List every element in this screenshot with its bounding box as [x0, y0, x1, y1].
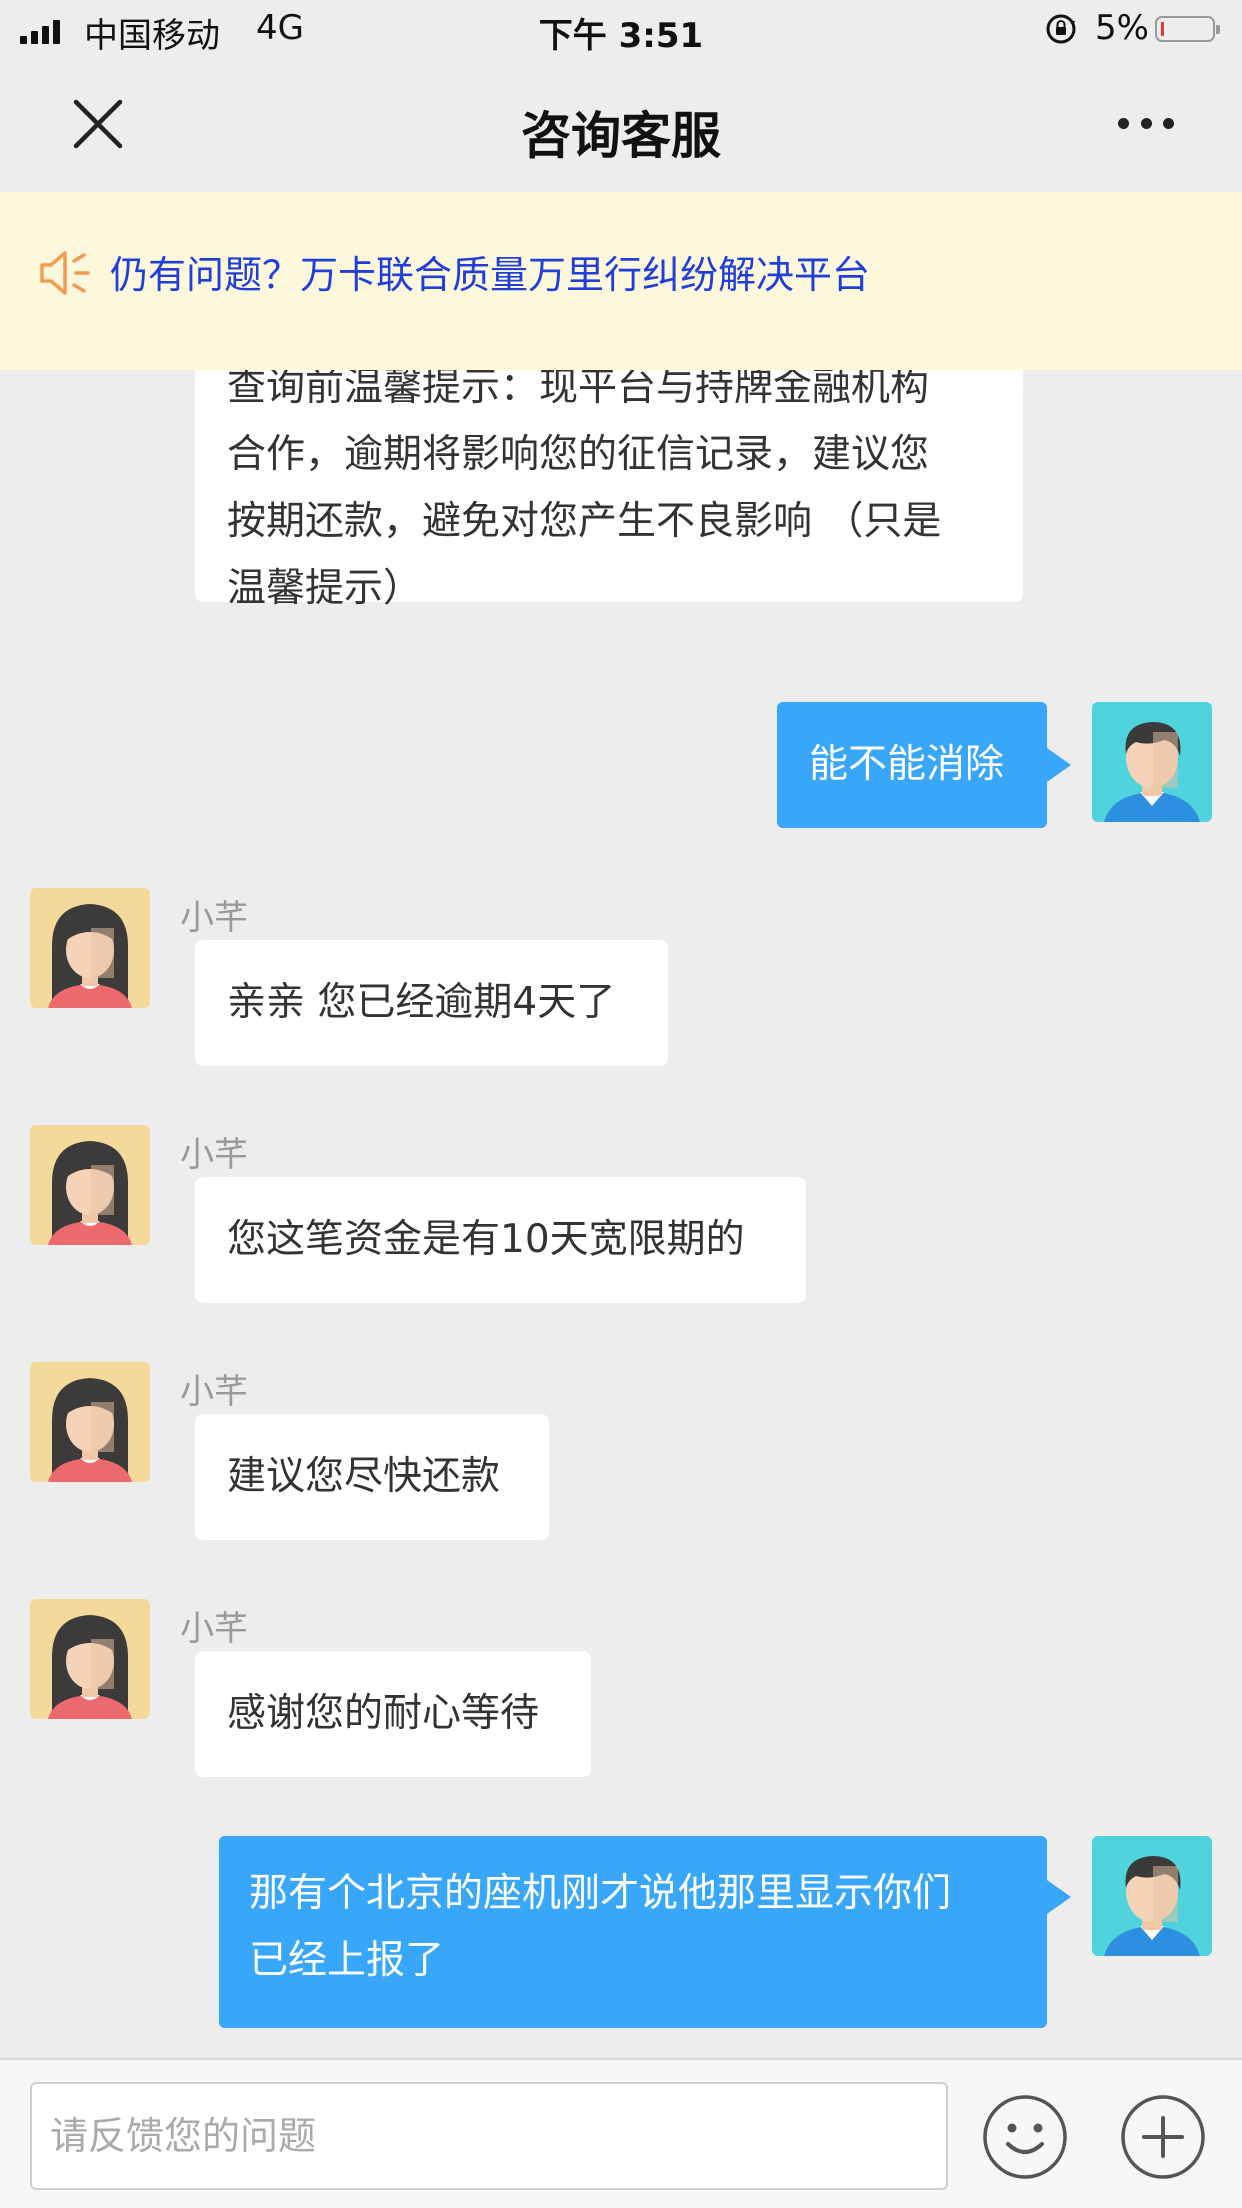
message-line: 按期还款，避免对您产生不良影响 （只是	[227, 499, 942, 544]
user-avatar[interactable]	[1092, 702, 1212, 822]
message-line: 已经上报了	[249, 1938, 445, 1983]
message-line: 查询前温馨提示：现平台与持牌金融机构	[227, 370, 930, 410]
agent-avatar[interactable]	[30, 1125, 150, 1245]
agent-avatar[interactable]	[30, 888, 150, 1008]
notice-banner[interactable]: 仍有问题？万卡联合质量万里行纠纷解决平台	[0, 192, 1242, 370]
message-bubble: 建议您尽快还款	[195, 1414, 549, 1540]
feedback-input[interactable]	[30, 2082, 948, 2190]
message-bubble: 亲亲 您已经逾期4天了	[195, 940, 668, 1066]
agent-avatar[interactable]	[30, 1362, 150, 1482]
speaker-icon	[40, 251, 90, 295]
agent-avatar[interactable]	[30, 1599, 150, 1719]
message-text: 感谢您的耐心等待	[227, 1691, 540, 1736]
nav-bar: 咨询客服	[0, 60, 1242, 192]
battery-icon	[1155, 16, 1220, 42]
sender-name: 小芊	[180, 1609, 248, 1649]
message-bubble: 感谢您的耐心等待	[195, 1651, 591, 1777]
user-avatar[interactable]	[1092, 1836, 1212, 1956]
message-bubble: 那有个北京的座机刚才说他那里显示你们 已经上报了	[219, 1836, 1071, 2028]
notice-link[interactable]: 仍有问题？万卡联合质量万里行纠纷解决平台	[110, 244, 870, 299]
message-line: 那有个北京的座机刚才说他那里显示你们	[249, 1871, 952, 1916]
page-title: 咨询客服	[521, 107, 721, 165]
rotation-lock-icon	[1046, 14, 1076, 44]
input-bar	[0, 2058, 1242, 2208]
emoji-icon[interactable]	[982, 2094, 1068, 2180]
sender-name: 小芊	[180, 1372, 248, 1412]
more-icon[interactable]	[1118, 118, 1174, 130]
message-text: 亲亲 您已经逾期4天了	[227, 980, 616, 1025]
sender-name: 小芊	[180, 898, 248, 938]
status-bar: 中国移动 4G 下午 3:51 5%	[0, 0, 1242, 60]
sender-name: 小芊	[180, 1135, 248, 1175]
message-line: 合作，逾期将影响您的征信记录，建议您	[227, 432, 930, 477]
message-line: 温馨提示）	[227, 566, 423, 611]
message-bubble: 能不能消除	[777, 702, 1071, 828]
plus-icon[interactable]	[1120, 2094, 1206, 2180]
message-bubble: 查询前温馨提示：现平台与持牌金融机构 合作，逾期将影响您的征信记录，建议您 按期…	[195, 370, 1023, 611]
message-text: 能不能消除	[809, 742, 1005, 787]
message-text: 您这笔资金是有10天宽限期的	[227, 1217, 745, 1262]
message-bubble: 您这笔资金是有10天宽限期的	[195, 1177, 806, 1303]
battery-percent: 5%	[1095, 8, 1149, 48]
chat-area[interactable]: 查询前温馨提示：现平台与持牌金融机构 合作，逾期将影响您的征信记录，建议您 按期…	[0, 370, 1242, 2058]
message-text: 建议您尽快还款	[227, 1454, 501, 1499]
